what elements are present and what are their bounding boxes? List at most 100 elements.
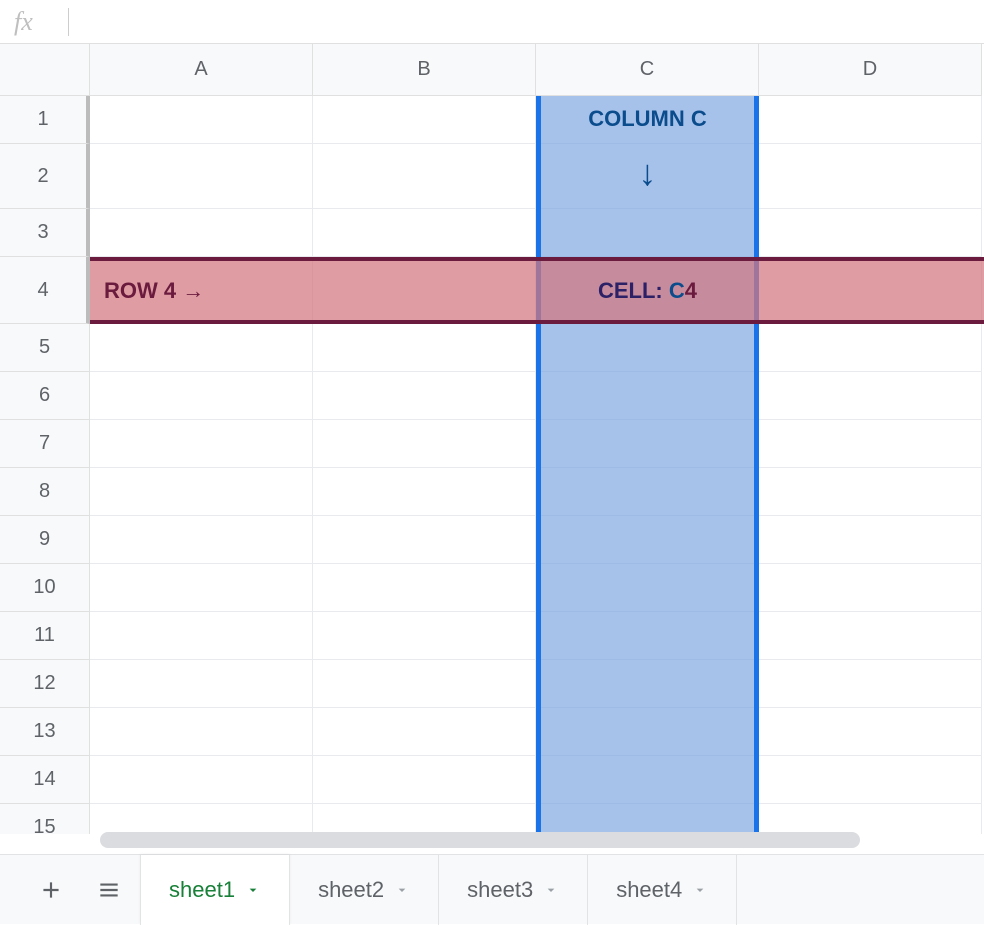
cell-D4[interactable] xyxy=(759,257,982,324)
row-header-3[interactable]: 3 xyxy=(0,209,90,257)
cell-D7[interactable] xyxy=(759,420,982,468)
cell-label-col: C xyxy=(669,278,685,303)
cell-A8[interactable] xyxy=(90,468,313,516)
row-header-13[interactable]: 13 xyxy=(0,708,90,756)
select-all-corner[interactable] xyxy=(0,44,90,96)
cell-D11[interactable] xyxy=(759,612,982,660)
cell-D14[interactable] xyxy=(759,756,982,804)
cell-C12[interactable] xyxy=(536,660,759,708)
row-header-4[interactable]: 4 xyxy=(0,257,90,324)
cell-B15[interactable] xyxy=(313,804,536,834)
cell-A9[interactable] xyxy=(90,516,313,564)
cell-D8[interactable] xyxy=(759,468,982,516)
cell-D15[interactable] xyxy=(759,804,982,834)
sheet-tab-dropdown-icon[interactable] xyxy=(692,882,708,898)
cell-B8[interactable] xyxy=(313,468,536,516)
sheet-tab-sheet3[interactable]: sheet3 xyxy=(439,855,588,925)
formula-bar: fx xyxy=(0,0,984,44)
column-header-C[interactable]: C xyxy=(536,44,759,96)
cell-A1[interactable] xyxy=(90,96,313,144)
row-header-12[interactable]: 12 xyxy=(0,660,90,708)
sheet-tab-dropdown-icon[interactable] xyxy=(245,882,261,898)
cell-C5[interactable] xyxy=(536,324,759,372)
fx-label: fx xyxy=(14,7,68,37)
plus-icon xyxy=(38,877,64,903)
sheet-tab-label: sheet1 xyxy=(169,877,235,903)
formula-bar-divider xyxy=(68,8,69,36)
cell-A2[interactable] xyxy=(90,144,313,209)
cell-B3[interactable] xyxy=(313,209,536,257)
cell-D10[interactable] xyxy=(759,564,982,612)
all-sheets-button[interactable] xyxy=(82,863,136,917)
row-header-11[interactable]: 11 xyxy=(0,612,90,660)
cell-B10[interactable] xyxy=(313,564,536,612)
row-header-8[interactable]: 8 xyxy=(0,468,90,516)
column-header-A[interactable]: A xyxy=(90,44,313,96)
cell-A3[interactable] xyxy=(90,209,313,257)
cell-D12[interactable] xyxy=(759,660,982,708)
cell-C3[interactable] xyxy=(536,209,759,257)
cell-B1[interactable] xyxy=(313,96,536,144)
row-header-1[interactable]: 1 xyxy=(0,96,90,144)
row-header-5[interactable]: 5 xyxy=(0,324,90,372)
row-header-2[interactable]: 2 xyxy=(0,144,90,209)
cell-D2[interactable] xyxy=(759,144,982,209)
sheet-tab-sheet1[interactable]: sheet1 xyxy=(140,855,290,925)
column-header-D[interactable]: D xyxy=(759,44,982,96)
cell-C6[interactable] xyxy=(536,372,759,420)
row-header-10[interactable]: 10 xyxy=(0,564,90,612)
sheet-tab-label: sheet3 xyxy=(467,877,533,903)
cell-B6[interactable] xyxy=(313,372,536,420)
cell-B9[interactable] xyxy=(313,516,536,564)
cell-B4[interactable] xyxy=(313,257,536,324)
cell-label-row: 4 xyxy=(685,278,697,303)
cell-B12[interactable] xyxy=(313,660,536,708)
cell-A15[interactable] xyxy=(90,804,313,834)
cell-A14[interactable] xyxy=(90,756,313,804)
sheet-tab-sheet2[interactable]: sheet2 xyxy=(290,855,439,925)
cell-A10[interactable] xyxy=(90,564,313,612)
horizontal-scrollbar-thumb[interactable] xyxy=(100,832,860,848)
add-sheet-button[interactable] xyxy=(24,863,78,917)
sheet-tab-dropdown-icon[interactable] xyxy=(394,882,410,898)
row-header-9[interactable]: 9 xyxy=(0,516,90,564)
column-header-B[interactable]: B xyxy=(313,44,536,96)
sheet-footer: sheet1 sheet2 sheet3 sheet4 xyxy=(0,854,984,924)
cell-B7[interactable] xyxy=(313,420,536,468)
cell-B13[interactable] xyxy=(313,708,536,756)
row-4-label: ROW 4 → xyxy=(104,278,204,304)
cell-D6[interactable] xyxy=(759,372,982,420)
cell-C7[interactable] xyxy=(536,420,759,468)
cell-C11[interactable] xyxy=(536,612,759,660)
sheet-tab-dropdown-icon[interactable] xyxy=(543,882,559,898)
sheet-tab-sheet4[interactable]: sheet4 xyxy=(588,855,737,925)
row-header-14[interactable]: 14 xyxy=(0,756,90,804)
row-header-15[interactable]: 15 xyxy=(0,804,90,834)
cell-C8[interactable] xyxy=(536,468,759,516)
cell-C9[interactable] xyxy=(536,516,759,564)
cell-C14[interactable] xyxy=(536,756,759,804)
cell-A11[interactable] xyxy=(90,612,313,660)
cell-B5[interactable] xyxy=(313,324,536,372)
cell-A12[interactable] xyxy=(90,660,313,708)
cell-D9[interactable] xyxy=(759,516,982,564)
cell-C10[interactable] xyxy=(536,564,759,612)
cell-D13[interactable] xyxy=(759,708,982,756)
cell-A5[interactable] xyxy=(90,324,313,372)
cell-A13[interactable] xyxy=(90,708,313,756)
cell-C15[interactable] xyxy=(536,804,759,834)
cell-D5[interactable] xyxy=(759,324,982,372)
cell-B11[interactable] xyxy=(313,612,536,660)
cell-A7[interactable] xyxy=(90,420,313,468)
cell-B2[interactable] xyxy=(313,144,536,209)
row-header-7[interactable]: 7 xyxy=(0,420,90,468)
cell-A6[interactable] xyxy=(90,372,313,420)
row-header-6[interactable]: 6 xyxy=(0,372,90,420)
sheet-tab-label: sheet4 xyxy=(616,877,682,903)
formula-input[interactable] xyxy=(79,0,984,43)
cell-D1[interactable] xyxy=(759,96,982,144)
cell-B14[interactable] xyxy=(313,756,536,804)
cell-D3[interactable] xyxy=(759,209,982,257)
horizontal-scrollbar[interactable] xyxy=(100,832,964,848)
cell-C13[interactable] xyxy=(536,708,759,756)
